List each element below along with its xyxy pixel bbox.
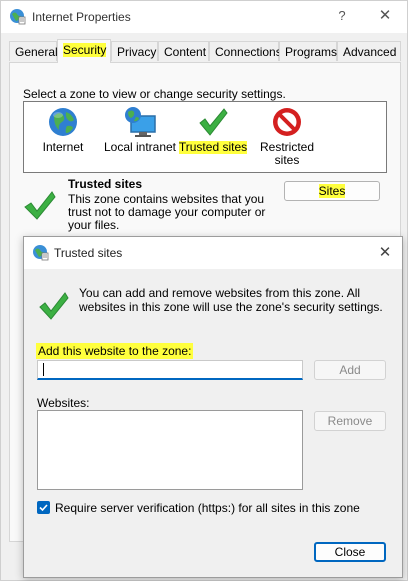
dialog-title: Trusted sites bbox=[54, 246, 123, 260]
window-title: Internet Properties bbox=[32, 10, 131, 24]
selected-zone-description: This zone contains websites that you tru… bbox=[68, 192, 266, 232]
help-button[interactable]: ? bbox=[334, 8, 350, 23]
tab-privacy[interactable]: Privacy bbox=[111, 41, 158, 61]
zone-trusted-sites[interactable]: Trusted sites bbox=[178, 106, 248, 154]
add-button[interactable]: Add bbox=[314, 360, 386, 380]
tab-advanced[interactable]: Advanced bbox=[337, 41, 401, 61]
green-check-icon bbox=[39, 292, 69, 320]
zone-restricted-sites[interactable]: Restricted sites bbox=[252, 106, 322, 167]
require-https-checkbox[interactable] bbox=[37, 501, 50, 514]
tab-general[interactable]: General bbox=[9, 41, 58, 61]
sites-button[interactable]: Sites bbox=[284, 181, 380, 201]
websites-label: Websites: bbox=[37, 396, 90, 410]
selected-zone-title: Trusted sites bbox=[68, 177, 143, 191]
close-button[interactable]: Close bbox=[314, 542, 386, 562]
zone-local-intranet[interactable]: Local intranet bbox=[100, 106, 180, 154]
dialog-title-bar[interactable]: Trusted sites ✕ bbox=[24, 237, 402, 269]
add-website-input[interactable] bbox=[37, 360, 303, 380]
text-caret bbox=[43, 363, 44, 376]
monitor-globe-icon bbox=[125, 107, 156, 137]
tab-connections[interactable]: Connections bbox=[209, 41, 282, 61]
zone-label: Trusted sites bbox=[178, 140, 248, 154]
tab-strip: General Security Privacy Content Connect… bbox=[9, 39, 401, 63]
checkmark-icon bbox=[39, 504, 48, 512]
trusted-sites-dialog: Trusted sites ✕ You can add and remove w… bbox=[23, 236, 403, 578]
require-https-label: Require server verification (https:) for… bbox=[55, 501, 360, 515]
zone-label: Internet bbox=[42, 140, 84, 154]
add-website-label: Add this website to the zone: bbox=[36, 343, 194, 359]
internet-options-icon bbox=[33, 245, 49, 261]
zone-label: Local intranet bbox=[103, 140, 177, 154]
globe-icon bbox=[49, 108, 77, 136]
dialog-info-text: You can add and remove websites from thi… bbox=[79, 286, 383, 314]
tab-programs[interactable]: Programs bbox=[279, 41, 337, 61]
websites-list[interactable] bbox=[37, 410, 303, 490]
green-check-icon bbox=[24, 191, 56, 220]
remove-button[interactable]: Remove bbox=[314, 411, 386, 431]
zone-prompt: Select a zone to view or change security… bbox=[23, 87, 286, 101]
green-check-icon bbox=[199, 108, 228, 136]
close-window-button[interactable]: ✕ bbox=[376, 6, 394, 24]
tab-content[interactable]: Content bbox=[158, 41, 209, 61]
red-no-entry-icon bbox=[273, 108, 301, 136]
window-title-bar[interactable]: Internet Properties ? ✕ bbox=[1, 1, 407, 33]
internet-options-icon bbox=[10, 9, 26, 25]
dialog-close-button[interactable]: ✕ bbox=[376, 243, 394, 261]
tab-security[interactable]: Security bbox=[57, 39, 111, 63]
zone-internet[interactable]: Internet bbox=[32, 106, 94, 154]
zone-label: Restricted sites bbox=[260, 140, 315, 167]
zone-list: Internet Local intranet Trusted sites Re… bbox=[23, 101, 387, 173]
